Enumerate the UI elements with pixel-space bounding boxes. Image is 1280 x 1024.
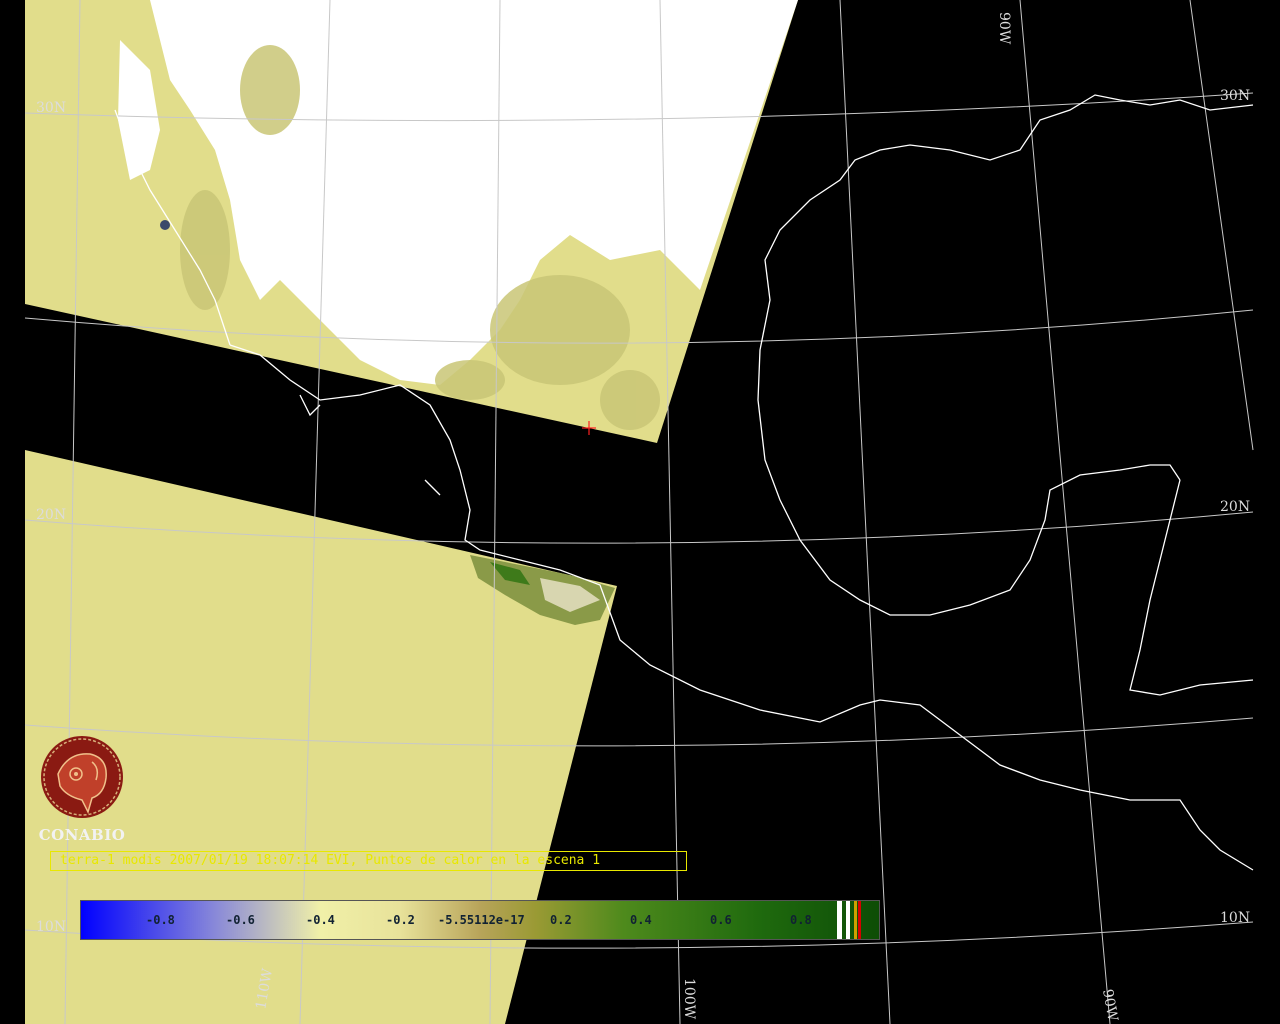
colorbar-tick: 0.4 xyxy=(630,913,652,927)
colorbar-tick: 0.6 xyxy=(710,913,732,927)
colorbar-tick: -0.8 xyxy=(146,913,175,927)
dark-water-patch xyxy=(160,220,170,230)
colorbar-tick: -0.4 xyxy=(306,913,335,927)
lat-label-10n-left: 10N xyxy=(36,919,66,935)
evi-colorbar: -0.8 -0.6 -0.4 -0.2 -5.55112e-17 0.2 0.4… xyxy=(80,900,880,940)
conabio-emblem-icon xyxy=(41,736,123,818)
lon-label-100w: 100W xyxy=(681,978,697,1020)
lat-label-10n-right: 10N xyxy=(1220,910,1250,926)
lat-label-30n-right: 30N xyxy=(1220,88,1250,104)
colorbar-tick: 0.2 xyxy=(550,913,572,927)
colorbar-tick: -5.55112e-17 xyxy=(438,913,525,927)
lat-label-20n-right: 20N xyxy=(1220,499,1250,515)
colorbar-tick: 0.8 xyxy=(790,913,812,927)
colorbar-tick: -0.2 xyxy=(386,913,415,927)
colorbar-swatch-white-1 xyxy=(837,901,842,939)
lat-label-30n-left: 30N xyxy=(36,100,66,116)
logo-name: CONABIO xyxy=(38,826,126,844)
conabio-logo: CONABIO xyxy=(36,734,128,844)
colorbar-tick: -0.6 xyxy=(226,913,255,927)
lat-label-20n-left: 20N xyxy=(36,507,66,523)
colorbar-swatch-red xyxy=(858,901,861,939)
colorbar-swatch-white-2 xyxy=(846,901,850,939)
lon-label-90w-top: 90W xyxy=(996,12,1012,45)
scene-caption: terra-1 modis 2007/01/19 18:07:14 EVI, P… xyxy=(50,851,687,871)
colorbar-swatch-yellow xyxy=(854,901,857,939)
